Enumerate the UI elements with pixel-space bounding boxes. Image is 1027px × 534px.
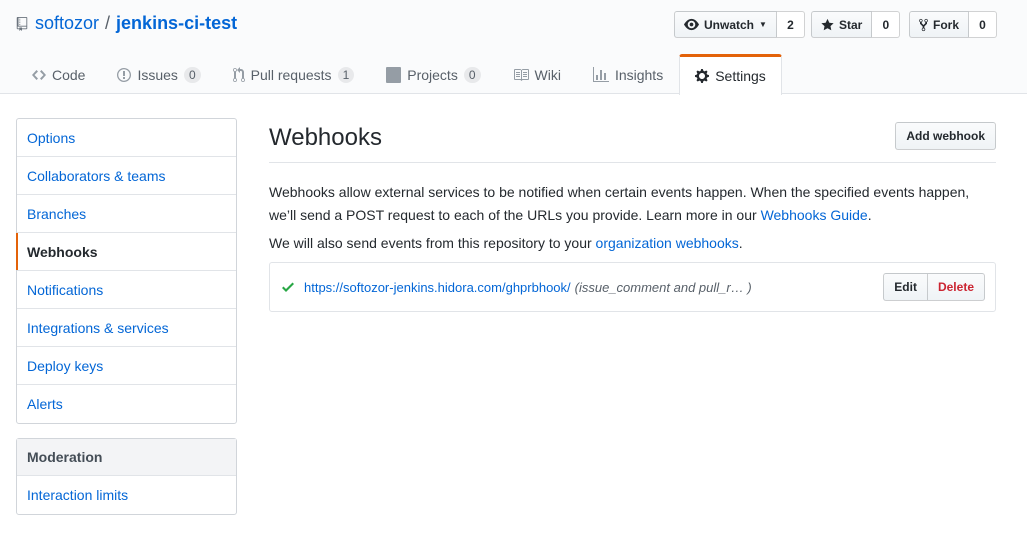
desc2-text-2: .: [738, 235, 743, 251]
tab-issues-label: Issues: [137, 66, 178, 83]
star-button[interactable]: Star: [811, 11, 873, 38]
check-icon: [282, 282, 294, 292]
graph-icon: [592, 66, 609, 82]
edit-webhook-button[interactable]: Edit: [883, 273, 928, 301]
sidebar-item-interaction-limits[interactable]: Interaction limits: [17, 476, 236, 514]
settings-sidebar: Options Collaborators & teams Branches W…: [16, 118, 237, 424]
sidebar-item-collaborators[interactable]: Collaborators & teams: [17, 157, 236, 195]
unwatch-button[interactable]: Unwatch ▼: [674, 11, 777, 38]
tab-settings-label: Settings: [715, 68, 766, 84]
watch-group: Unwatch ▼ 2: [674, 11, 805, 38]
sidebar-item-deploy-keys[interactable]: Deploy keys: [17, 347, 236, 385]
sidebar-item-integrations[interactable]: Integrations & services: [17, 309, 236, 347]
forks-count[interactable]: 0: [969, 11, 998, 38]
eye-icon: [684, 18, 699, 31]
issue-icon: [117, 67, 132, 82]
organization-webhooks-link[interactable]: organization webhooks: [596, 235, 739, 251]
project-icon: [386, 66, 402, 83]
tab-insights[interactable]: Insights: [577, 54, 679, 94]
fork-button[interactable]: Fork: [909, 11, 970, 38]
webhooks-guide-link[interactable]: Webhooks Guide: [761, 207, 868, 223]
repo-name-link[interactable]: jenkins-ci-test: [116, 13, 237, 34]
moderation-sidebar: Moderation Interaction limits: [16, 438, 237, 515]
desc-text-2: .: [867, 207, 872, 223]
code-icon: [32, 69, 46, 80]
tab-projects[interactable]: Projects 0: [370, 54, 496, 94]
issues-count: 0: [183, 66, 201, 83]
webhooks-main: Webhooks Add webhook Webhooks allow exte…: [269, 118, 996, 312]
tab-code[interactable]: Code: [16, 54, 101, 94]
repo-owner-link[interactable]: softozor: [35, 13, 99, 34]
repo-separator: /: [105, 13, 111, 33]
chevron-down-icon: ▼: [759, 20, 767, 29]
projects-count: 0: [463, 66, 481, 83]
sidebar-item-options[interactable]: Options: [17, 119, 236, 157]
repo-icon: [16, 16, 28, 31]
webhook-item: https://softozor-jenkins.hidora.com/ghpr…: [269, 262, 996, 312]
unwatch-label: Unwatch: [704, 17, 755, 32]
fork-group: Fork 0: [909, 11, 998, 38]
tab-projects-label: Projects: [407, 66, 458, 83]
watchers-count[interactable]: 2: [776, 11, 805, 38]
tab-wiki[interactable]: Wiki: [497, 54, 577, 94]
pull-request-icon: [232, 66, 245, 82]
star-label: Star: [839, 17, 863, 32]
add-webhook-button[interactable]: Add webhook: [895, 122, 996, 150]
desc2-text-1: We will also send events from this repos…: [269, 235, 596, 251]
tab-insights-label: Insights: [614, 66, 664, 83]
sidebar-item-notifications[interactable]: Notifications: [17, 271, 236, 309]
repo-header: softozor / jenkins-ci-test Unwatch ▼ 2 S…: [0, 0, 1027, 95]
gear-icon: [695, 69, 710, 83]
org-webhooks-note: We will also send events from this repos…: [269, 235, 996, 251]
repo-title: softozor / jenkins-ci-test: [16, 13, 237, 34]
tab-issues[interactable]: Issues 0: [101, 54, 216, 94]
delete-webhook-button[interactable]: Delete: [927, 273, 985, 301]
pull-requests-count: 1: [337, 66, 355, 83]
fork-icon: [919, 18, 928, 31]
stars-count[interactable]: 0: [872, 11, 901, 38]
subhead: Webhooks Add webhook: [269, 118, 996, 163]
star-group: Star 0: [811, 11, 901, 38]
tab-settings[interactable]: Settings: [679, 54, 782, 95]
webhook-actions: Edit Delete: [883, 273, 985, 301]
sidebar-item-branches[interactable]: Branches: [17, 195, 236, 233]
sidebar-item-alerts[interactable]: Alerts: [17, 385, 236, 423]
fork-label: Fork: [933, 17, 960, 32]
sidebar-item-webhooks[interactable]: Webhooks: [16, 233, 236, 271]
tab-pull-requests-label: Pull requests: [250, 66, 332, 83]
repo-nav-tabs: Code Issues 0 Pull requests 1 Projects 0…: [16, 54, 782, 95]
webhook-events: (issue_comment and pull_r… ): [574, 279, 752, 295]
wiki-icon: [513, 68, 529, 81]
tab-code-label: Code: [52, 66, 86, 83]
tab-wiki-label: Wiki: [534, 66, 561, 83]
webhook-url-link[interactable]: https://softozor-jenkins.hidora.com/ghpr…: [304, 280, 571, 295]
star-icon: [821, 18, 834, 30]
moderation-heading: Moderation: [17, 439, 236, 476]
webhooks-description: Webhooks allow external services to be n…: [269, 181, 996, 227]
page-title: Webhooks: [269, 124, 382, 151]
tab-pull-requests[interactable]: Pull requests 1: [217, 54, 371, 94]
